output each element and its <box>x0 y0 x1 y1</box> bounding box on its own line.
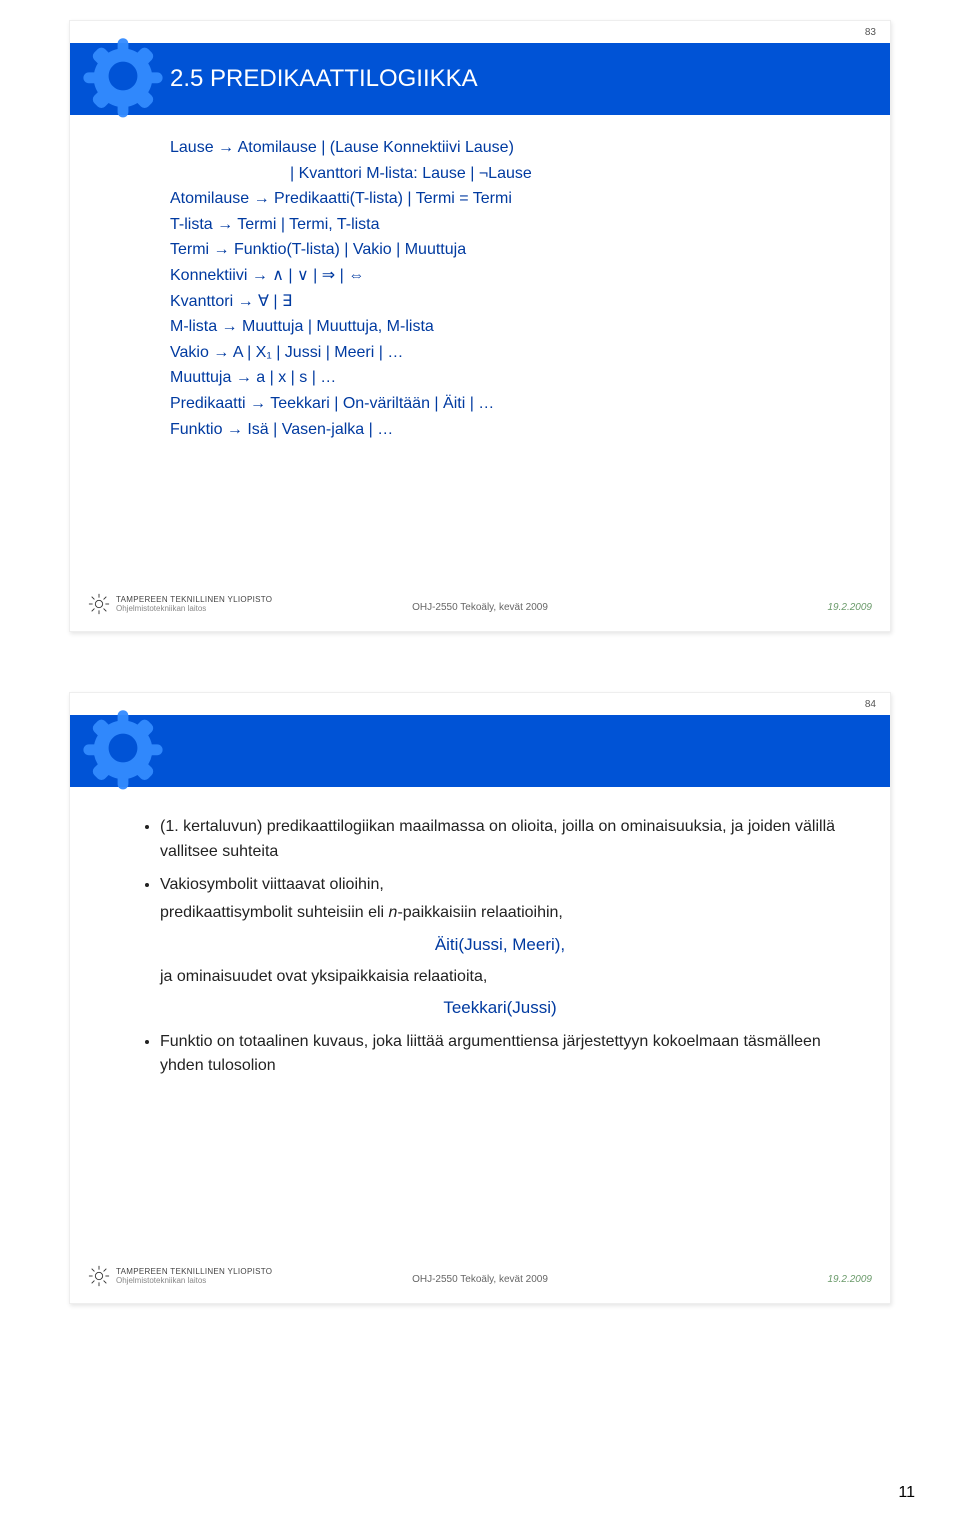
title-bar <box>70 715 890 787</box>
bullet: (1. kertaluvun) predikaattilogiikan maai… <box>160 815 840 865</box>
title-bar: 2.5 PREDIKAATTILOGIIKKA <box>70 43 890 115</box>
bullet: Vakiosymbolit viittaavat olioihin, predi… <box>160 873 840 1022</box>
gear-icon <box>78 703 168 793</box>
slide-content: (1. kertaluvun) predikaattilogiikan maai… <box>70 787 890 1107</box>
slide-number: 83 <box>865 27 876 38</box>
grammar-line: Vakio → A | X₁ | Jussi | Meeri | … <box>170 340 840 366</box>
grammar-line: Predikaatti → Teekkari | On-väriltään | … <box>170 391 840 417</box>
slide-number: 84 <box>865 699 876 710</box>
slide-title: 2.5 PREDIKAATTILOGIIKKA <box>170 65 478 93</box>
footer-uni-text: TAMPEREEN TEKNILLINEN YLIOPISTO Ohjelmis… <box>116 1267 272 1285</box>
footer-logo: TAMPEREEN TEKNILLINEN YLIOPISTO Ohjelmis… <box>88 593 272 615</box>
footer-course: OHJ-2550 Tekoäly, kevät 2009 <box>412 602 548 613</box>
footer-uni-text: TAMPEREEN TEKNILLINEN YLIOPISTO Ohjelmis… <box>116 595 272 613</box>
footer-uni2: Ohjelmistotekniikan laitos <box>116 1276 272 1285</box>
slide-footer: TAMPEREEN TEKNILLINEN YLIOPISTO Ohjelmis… <box>70 1253 890 1293</box>
grammar-line: Muuttuja → a | x | s | … <box>170 365 840 391</box>
grammar-line: Termi → Funktio(T-lista) | Vakio | Muutt… <box>170 237 840 263</box>
grammar-line: Atomilause → Predikaatti(T-lista) | Term… <box>170 186 840 212</box>
grammar-line: Lause → Atomilause | (Lause Konnektiivi … <box>170 135 840 161</box>
footer-uni1: TAMPEREEN TEKNILLINEN YLIOPISTO <box>116 1267 272 1276</box>
footer-uni1: TAMPEREEN TEKNILLINEN YLIOPISTO <box>116 595 272 604</box>
text: -paikkaisiin relaatioihin, <box>397 904 562 921</box>
slide-2: 84 (1. kertaluvun) predikaattilogiikan m… <box>69 692 891 1304</box>
page-number: 11 <box>898 1484 915 1502</box>
sun-icon <box>88 593 110 615</box>
grammar-line: T-lista → Termi | Termi, T-lista <box>170 212 840 238</box>
footer-uni2: Ohjelmistotekniikan laitos <box>116 604 272 613</box>
grammar-line: M-lista → Muuttuja | Muuttuja, M-lista <box>170 314 840 340</box>
grammar-line: | Kvanttori M-lista: Lause | ¬Lause <box>170 161 840 187</box>
example-blue: Teekkari(Jussi) <box>160 995 840 1021</box>
example-blue: Äiti(Jussi, Meeri), <box>160 932 840 958</box>
grammar-line: Konnektiivi → ∧ | ∨ | ⇒ | ⇔ <box>170 263 840 289</box>
bullet-text: Vakiosymbolit viittaavat olioihin, <box>160 876 384 893</box>
bullet: Funktio on totaalinen kuvaus, joka liitt… <box>160 1030 840 1080</box>
gear-icon <box>78 31 168 121</box>
bullet-sub: predikaattisymbolit suhteisiin eli n-pai… <box>160 901 840 926</box>
grammar-line: Funktio → Isä | Vasen-jalka | … <box>170 417 840 443</box>
page: 83 2.5 PREDIKAATTILOGIIKKA Lause → Atomi… <box>0 0 960 1520</box>
grammar-line: Kvanttori → ∀ | ∃ <box>170 289 840 315</box>
footer-date: 19.2.2009 <box>828 1274 873 1285</box>
slide-1: 83 2.5 PREDIKAATTILOGIIKKA Lause → Atomi… <box>69 20 891 632</box>
footer-logo: TAMPEREEN TEKNILLINEN YLIOPISTO Ohjelmis… <box>88 1265 272 1287</box>
slide-content: Lause → Atomilause | (Lause Konnektiivi … <box>70 115 890 462</box>
sun-icon <box>88 1265 110 1287</box>
footer-date: 19.2.2009 <box>828 602 873 613</box>
slide-footer: TAMPEREEN TEKNILLINEN YLIOPISTO Ohjelmis… <box>70 581 890 621</box>
footer-course: OHJ-2550 Tekoäly, kevät 2009 <box>412 1274 548 1285</box>
bullet-sub: ja ominaisuudet ovat yksipaikkaisia rela… <box>160 965 840 990</box>
text: predikaattisymbolit suhteisiin eli <box>160 904 389 921</box>
